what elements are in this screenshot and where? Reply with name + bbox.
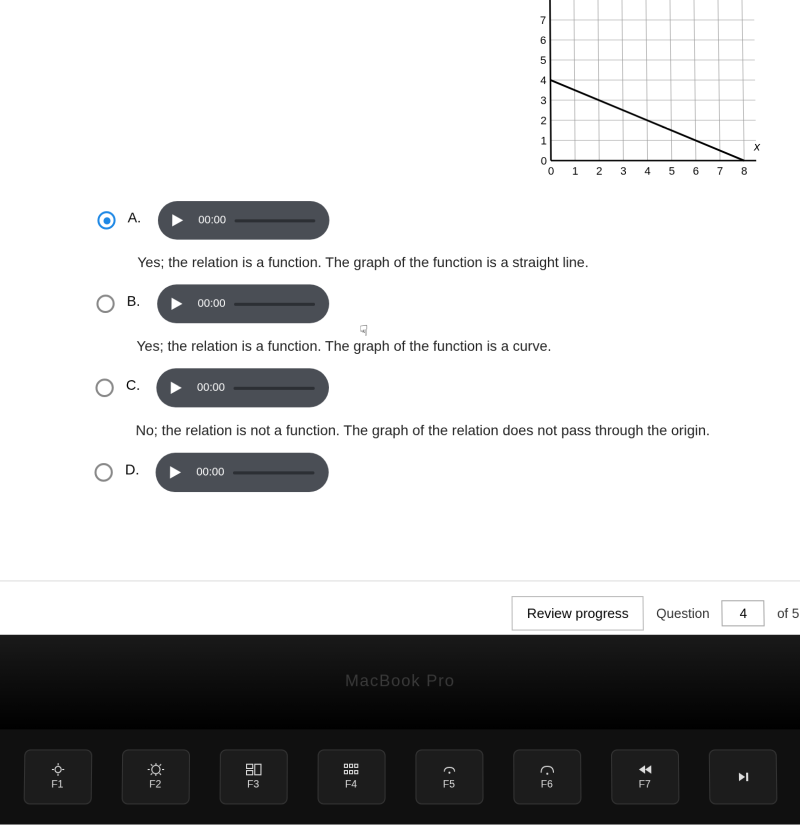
- radio-c[interactable]: [95, 379, 113, 398]
- choice-a: A. 00:00: [97, 201, 783, 240]
- audio-time: 00:00: [198, 214, 226, 226]
- play-icon[interactable]: [162, 374, 189, 401]
- key-f2: F2: [121, 749, 190, 804]
- svg-text:0: 0: [541, 156, 547, 168]
- audio-time: 00:00: [198, 298, 226, 310]
- svg-text:6: 6: [693, 166, 699, 178]
- svg-text:6: 6: [540, 35, 546, 47]
- key-f1: F1: [23, 749, 92, 804]
- question-number: 4: [722, 600, 765, 626]
- play-icon[interactable]: [164, 207, 190, 233]
- choice-letter: A.: [128, 209, 146, 225]
- choice-c-text: No; the relation is not a function. The …: [136, 422, 787, 438]
- svg-text:5: 5: [540, 55, 546, 67]
- key-f4: F4: [317, 749, 385, 804]
- key-f3: F3: [219, 749, 287, 804]
- graph-plot: 0 1 2 3 4 5 6 7 0 1 2 3 4 5 6: [530, 0, 763, 181]
- audio-track[interactable]: [233, 386, 314, 389]
- audio-player-a[interactable]: 00:00: [158, 201, 329, 240]
- choice-b: B. 00:00: [96, 284, 785, 323]
- play-icon[interactable]: [163, 291, 190, 318]
- svg-text:5: 5: [669, 166, 675, 178]
- key-f5: F5: [415, 749, 483, 804]
- svg-text:3: 3: [620, 166, 626, 178]
- radio-b[interactable]: [96, 295, 114, 313]
- audio-player-b[interactable]: 00:00: [157, 284, 329, 323]
- play-icon[interactable]: [162, 459, 189, 486]
- key-f6: F6: [513, 749, 581, 804]
- laptop-brand: MacBook Pro: [345, 673, 455, 692]
- svg-text:7: 7: [540, 15, 546, 27]
- choice-d: D. 00:00: [94, 453, 787, 492]
- laptop-bezel: MacBook Pro: [0, 635, 800, 730]
- review-progress-button[interactable]: Review progress: [512, 596, 645, 631]
- audio-track[interactable]: [234, 302, 315, 305]
- question-label: Question: [656, 605, 709, 621]
- svg-text:2: 2: [596, 166, 602, 178]
- audio-time: 00:00: [196, 466, 224, 478]
- svg-text:4: 4: [645, 166, 651, 178]
- svg-text:1: 1: [541, 135, 547, 147]
- svg-text:2: 2: [541, 115, 547, 127]
- svg-text:3: 3: [540, 95, 546, 107]
- svg-text:x: x: [753, 139, 761, 153]
- answer-choices: A. 00:00 Yes; the relation is a function…: [94, 201, 787, 492]
- audio-player-c[interactable]: 00:00: [156, 368, 328, 407]
- choice-b-text: Yes; the relation is a function. The gra…: [136, 338, 785, 354]
- radio-a[interactable]: [97, 211, 115, 229]
- choice-c: C. 00:00: [95, 368, 786, 407]
- audio-track[interactable]: [233, 471, 314, 474]
- choice-a-text: Yes; the relation is a function. The gra…: [137, 254, 784, 270]
- choice-letter: C.: [126, 377, 144, 393]
- laptop-keyboard: F1 F2 F3 F4 F5 F6 F7: [0, 729, 800, 824]
- svg-text:0: 0: [548, 166, 554, 178]
- svg-text:4: 4: [540, 75, 546, 87]
- audio-player-d[interactable]: 00:00: [155, 453, 328, 492]
- radio-d[interactable]: [94, 463, 113, 482]
- choice-letter: D.: [125, 461, 143, 478]
- audio-track[interactable]: [234, 219, 315, 222]
- svg-text:8: 8: [741, 166, 747, 178]
- svg-text:7: 7: [717, 166, 723, 178]
- question-total: of 5: [777, 605, 799, 621]
- key-f8: [708, 749, 777, 804]
- key-f7: F7: [610, 749, 679, 804]
- audio-time: 00:00: [197, 382, 225, 394]
- svg-text:1: 1: [572, 166, 578, 178]
- choice-letter: B.: [127, 293, 145, 309]
